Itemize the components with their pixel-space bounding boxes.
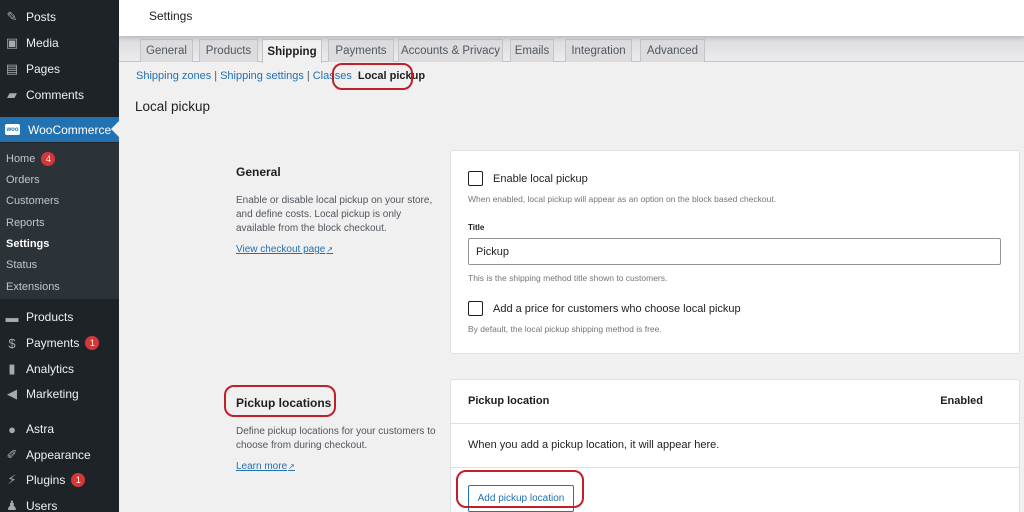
submenu-item-customers[interactable]: Customers: [6, 191, 59, 211]
title-input[interactable]: Pickup: [468, 238, 1001, 265]
products-icon: ▬: [5, 309, 19, 325]
price-help-text: By default, the local pickup shipping me…: [468, 324, 662, 334]
woocommerce-submenu: Home 4 Orders Customers Reports Settings…: [0, 143, 119, 299]
notification-badge: 1: [85, 336, 100, 350]
notification-badge: 1: [71, 473, 86, 487]
tab-products[interactable]: Products: [199, 39, 258, 62]
submenu-item-status[interactable]: Status: [6, 255, 37, 275]
submenu-item-settings[interactable]: Settings: [6, 234, 49, 254]
comment-icon: ▰: [7, 87, 17, 102]
tab-emails[interactable]: Emails: [510, 39, 554, 62]
pin-icon: ✎: [6, 9, 18, 24]
page-title: Local pickup: [135, 99, 211, 114]
general-section-title: General: [236, 165, 281, 179]
tab-advanced[interactable]: Advanced: [640, 39, 705, 62]
title-field-label: Title: [468, 223, 485, 232]
sidebar-item-astra[interactable]: ● Astra: [0, 416, 119, 442]
pickup-locations-description: Define pickup locations for your custome…: [236, 426, 436, 451]
pages-icon: ▤: [5, 61, 19, 76]
pickup-locations-title: Pickup locations: [236, 396, 332, 410]
external-link-icon: ↗: [288, 462, 295, 471]
megaphone-icon: ◀: [7, 386, 17, 401]
add-price-label: Add a price for customers who choose loc…: [493, 303, 741, 315]
woo-icon: woo: [5, 124, 20, 135]
tab-integration[interactable]: Integration: [565, 39, 632, 62]
tab-shipping[interactable]: Shipping: [262, 39, 322, 63]
enable-help-text: When enabled, local pickup will appear a…: [468, 194, 777, 204]
general-settings-card: Enable local pickup When enabled, local …: [450, 150, 1020, 354]
column-pickup-location: Pickup location: [468, 395, 550, 407]
page-header: Settings: [119, 0, 1024, 36]
pickup-table-header: Pickup location Enabled: [451, 380, 1019, 424]
learn-more-link[interactable]: Learn more↗: [236, 461, 295, 472]
plugin-icon: ⚡: [7, 472, 17, 487]
header-title: Settings: [149, 9, 193, 23]
current-menu-notch: [111, 121, 119, 137]
submenu-item-extensions[interactable]: Extensions: [6, 277, 60, 297]
user-icon: ♟: [6, 498, 18, 512]
sidebar-item-users[interactable]: ♟ Users: [0, 493, 119, 512]
subnav-classes[interactable]: Classes: [313, 70, 352, 82]
subnav-shipping-settings[interactable]: Shipping settings: [220, 70, 304, 82]
settings-tabs: General Products Shipping Payments Accou…: [119, 36, 1024, 63]
enable-local-pickup-label: Enable local pickup: [493, 173, 588, 185]
sidebar-item-woocommerce[interactable]: woo WooCommerce: [0, 117, 119, 142]
sidebar-item-plugins[interactable]: ⚡ Plugins 1: [0, 467, 119, 493]
sidebar-item-marketing[interactable]: ◀ Marketing: [0, 381, 119, 407]
brush-icon: ✐: [6, 447, 18, 462]
external-link-icon: ↗: [326, 245, 334, 254]
sidebar-item-media[interactable]: ▣ Media: [0, 30, 119, 56]
admin-sidebar: ✎ Posts ▣ Media ▤ Pages ▰ Comments woo W…: [0, 0, 119, 512]
enable-local-pickup-checkbox[interactable]: [468, 171, 483, 186]
sidebar-item-analytics[interactable]: ▮ Analytics: [0, 356, 119, 382]
pickup-locations-card: Pickup location Enabled When you add a p…: [450, 379, 1020, 512]
view-checkout-link[interactable]: View checkout page↗: [236, 244, 333, 255]
payments-icon: $: [8, 335, 16, 351]
title-help-text: This is the shipping method title shown …: [468, 273, 668, 283]
pickup-table-empty-row: When you add a pickup location, it will …: [451, 424, 1019, 468]
submenu-item-orders[interactable]: Orders: [6, 170, 40, 190]
subnav-shipping-zones[interactable]: Shipping zones: [136, 70, 211, 82]
media-icon: ▣: [5, 35, 19, 50]
submenu-item-reports[interactable]: Reports: [6, 213, 45, 233]
analytics-icon: ▮: [8, 361, 16, 376]
notification-badge: 4: [41, 152, 56, 166]
sidebar-item-pages[interactable]: ▤ Pages: [0, 56, 119, 82]
astra-icon: ●: [8, 421, 16, 437]
add-price-checkbox[interactable]: [468, 301, 483, 316]
tab-payments[interactable]: Payments: [328, 39, 394, 62]
subnav-local-pickup[interactable]: Local pickup: [358, 70, 425, 82]
general-section-description: Enable or disable local pickup on your s…: [236, 195, 433, 234]
tab-accounts-privacy[interactable]: Accounts & Privacy: [398, 39, 503, 62]
empty-state-text: When you add a pickup location, it will …: [468, 439, 720, 451]
add-pickup-location-button[interactable]: Add pickup location: [468, 485, 574, 512]
shipping-subnav: Shipping zones | Shipping settings | Cla…: [136, 70, 426, 82]
submenu-item-home[interactable]: Home 4: [6, 149, 56, 169]
sidebar-item-comments[interactable]: ▰ Comments: [0, 82, 119, 108]
tab-general[interactable]: General: [140, 39, 193, 62]
sidebar-item-appearance[interactable]: ✐ Appearance: [0, 442, 119, 468]
sidebar-item-products[interactable]: ▬ Products: [0, 304, 119, 330]
column-enabled: Enabled: [940, 395, 983, 407]
sidebar-item-posts[interactable]: ✎ Posts: [0, 4, 119, 30]
sidebar-item-payments[interactable]: $ Payments 1: [0, 330, 119, 356]
